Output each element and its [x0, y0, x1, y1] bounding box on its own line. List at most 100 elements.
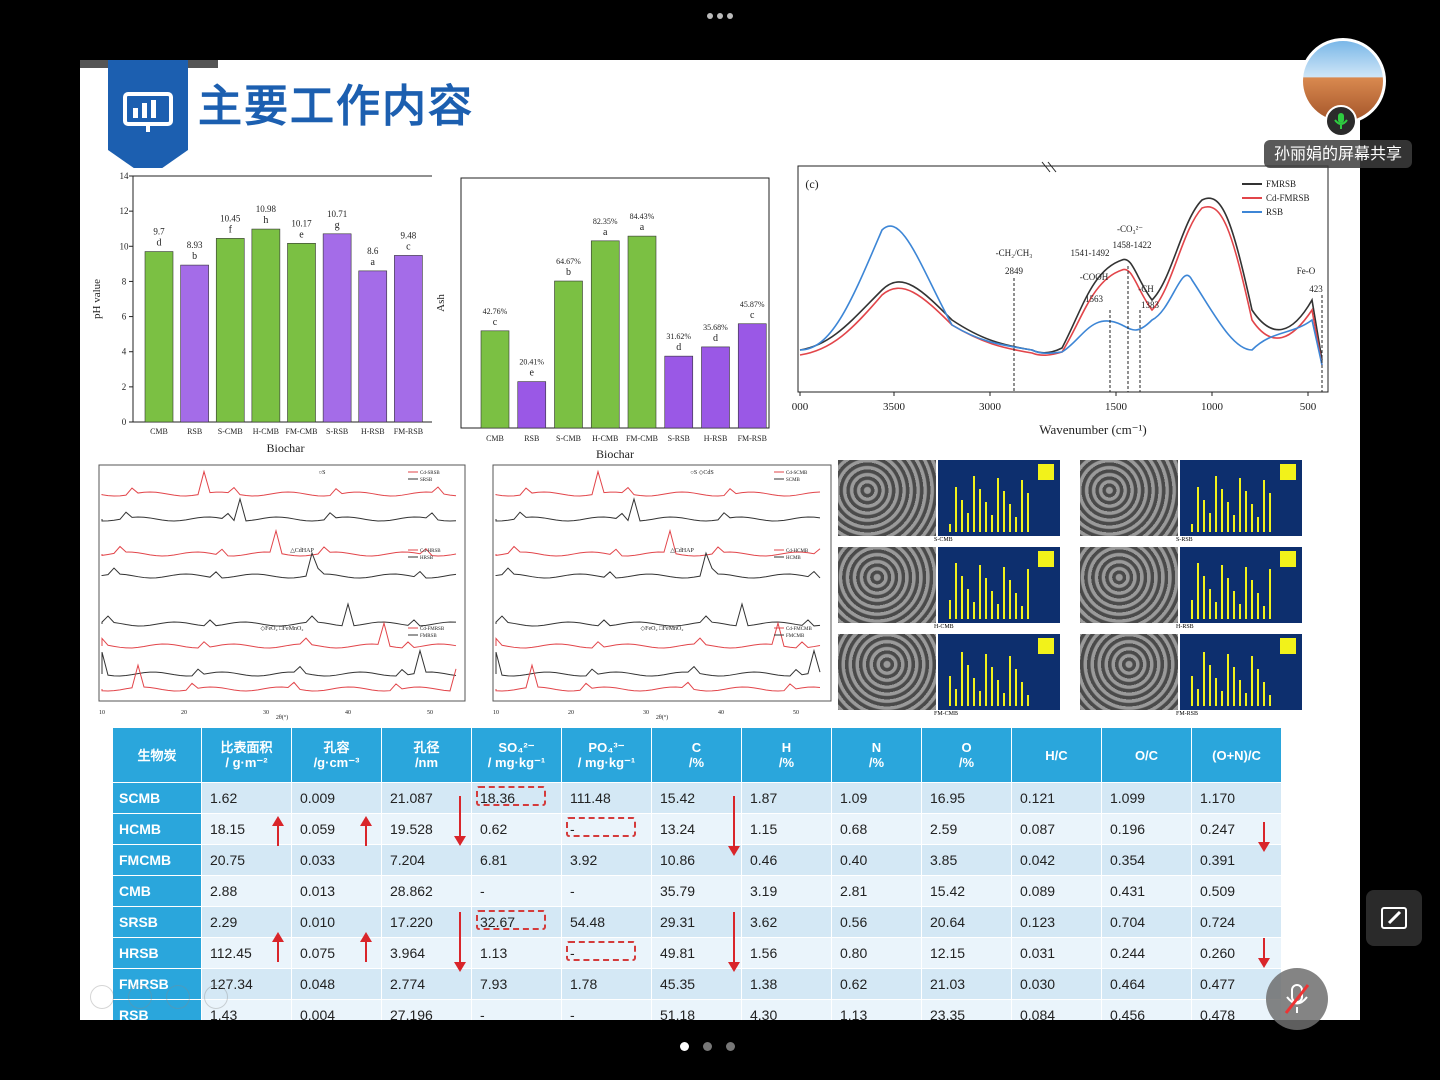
table-cell: 0.40: [832, 845, 921, 875]
xrd-trace: [495, 551, 821, 579]
x-tick-label: 10: [99, 710, 105, 716]
page-dot[interactable]: [703, 1042, 712, 1051]
table-cell: 1.87: [742, 783, 831, 813]
bar-letter-label: e: [530, 368, 535, 379]
legend-label: SRSB: [420, 478, 433, 483]
legend-label: FMCMB: [786, 634, 805, 639]
table-cell: 32.67: [472, 907, 561, 937]
y-tick-label: 12: [120, 206, 129, 216]
pen-icon[interactable]: [128, 985, 152, 1009]
table-header: 比表面积 / g·m⁻²: [202, 728, 291, 782]
legend-label: FMRSB: [420, 634, 437, 639]
bar-value-label: 82.35%: [593, 217, 618, 226]
table-cell: 1.62: [202, 783, 291, 813]
eds-spectrum: [1180, 634, 1302, 710]
page-dot[interactable]: [680, 1042, 689, 1051]
legend-label: Cd-SCMB: [786, 471, 808, 476]
bar-letter-label: b: [566, 267, 571, 278]
page-dot[interactable]: [726, 1042, 735, 1051]
sem-image: [838, 460, 936, 536]
phase-marker-label: ○S ◇CdS: [690, 470, 713, 476]
sem-eds-grid: S-CMB H-CMB FM-CMB S-RSB H-RSB FM-RSB: [838, 460, 1308, 720]
header-line: PO₄³⁻: [588, 740, 625, 755]
x-tick-label: 10: [493, 710, 499, 716]
bar-letter-label: g: [335, 220, 340, 231]
y-tick-label: 14: [120, 171, 130, 181]
page-indicator[interactable]: [680, 1042, 735, 1051]
sem-image: [1080, 634, 1178, 710]
table-cell: 29.31: [652, 907, 741, 937]
table-cell: 7.204: [382, 845, 471, 875]
mic-muted-icon[interactable]: [1266, 968, 1328, 1030]
x-tick-label: 500: [1300, 401, 1317, 413]
zoom-icon[interactable]: [166, 985, 190, 1009]
table-cell: 111.48: [562, 783, 651, 813]
x-tick-label: 50: [427, 710, 433, 716]
y-tick-label: 2: [122, 382, 127, 392]
table-cell: 1.78: [562, 969, 651, 999]
prev-slide-icon[interactable]: [90, 985, 114, 1009]
x-tick-label: H-CMB: [592, 434, 618, 443]
table-cell: 0.247: [1192, 814, 1281, 844]
bar-letter-label: d: [676, 342, 681, 353]
mic-on-icon: [1325, 105, 1357, 137]
header-line: O/C: [1134, 747, 1159, 763]
bar-value-label: 45.87%: [740, 300, 765, 309]
bar: [664, 355, 694, 429]
bar: [394, 255, 423, 423]
ash-bar-chart: 42.76%cCMB20.41%eRSB64.67%bS-CMB82.35%aH…: [432, 172, 778, 464]
bar-letter-label: c: [493, 317, 498, 328]
table-cell: 0.084: [1012, 1000, 1101, 1020]
table-cell: 0.244: [1102, 938, 1191, 968]
x-tick-label: 40: [718, 710, 724, 716]
table-cell: 3.92: [562, 845, 651, 875]
table-cell: 3.964: [382, 938, 471, 968]
table-cell: 1.099: [1102, 783, 1191, 813]
x-tick-label: 1000: [1201, 401, 1224, 413]
x-tick-label: FM-RSB: [738, 434, 767, 443]
annotation-label: 1563: [1085, 294, 1104, 304]
slide-nav-toolbar[interactable]: [90, 985, 228, 1009]
spectrum-line: [799, 197, 1323, 361]
bar-value-label: 35.68%: [703, 323, 728, 332]
table-cell: 0.456: [1102, 1000, 1191, 1020]
x-tick-label: 3000: [979, 401, 1002, 413]
table-cell: 3.85: [922, 845, 1011, 875]
table-cell: -: [562, 814, 651, 844]
legend-label: Cd-FMCMB: [786, 627, 813, 632]
bar-value-label: 42.76%: [483, 307, 508, 316]
legend-label: RSB: [1266, 207, 1283, 217]
menu-icon[interactable]: [204, 985, 228, 1009]
more-dots-icon[interactable]: [700, 8, 740, 24]
table-cell: 0.030: [1012, 969, 1101, 999]
highlight-box: [566, 817, 636, 837]
edit-screen-icon[interactable]: [1366, 890, 1422, 946]
bar: [517, 381, 547, 429]
legend-label: HRSB: [420, 556, 434, 561]
table-cell: 1.38: [742, 969, 831, 999]
table-cell: 21.087: [382, 783, 471, 813]
table-cell: 0.46: [742, 845, 831, 875]
bar-letter-label: c: [750, 310, 755, 321]
table-cell: 49.81: [652, 938, 741, 968]
x-tick-label: 20: [568, 710, 574, 716]
xrd-trace: [495, 497, 821, 522]
x-tick-label: 40: [345, 710, 351, 716]
x-tick-label: 3500: [883, 401, 906, 413]
plot-frame: [132, 175, 439, 423]
table-cell: 0.354: [1102, 845, 1191, 875]
header-line: 孔容: [323, 740, 350, 755]
table-cell: 0.121: [1012, 783, 1101, 813]
table-cell: 23.35: [922, 1000, 1011, 1020]
table-cell: 0.004: [292, 1000, 381, 1020]
bar-value-label: 10.45: [220, 213, 241, 223]
annotation-label: 1541-1492: [1071, 248, 1110, 258]
x-tick-label: H-RSB: [704, 434, 728, 443]
sem-image: [838, 547, 936, 623]
table-row: FMRSB 127.34 0.048 2.774 7.93 1.78 45.35 1.38 0.…: [113, 969, 1281, 999]
header-line: / g·m⁻²: [225, 755, 268, 770]
panel-label: (c): [805, 177, 818, 191]
table-header: N/%: [832, 728, 921, 782]
presentation-chart-icon: [108, 60, 188, 178]
table-cell: 2.29: [202, 907, 291, 937]
